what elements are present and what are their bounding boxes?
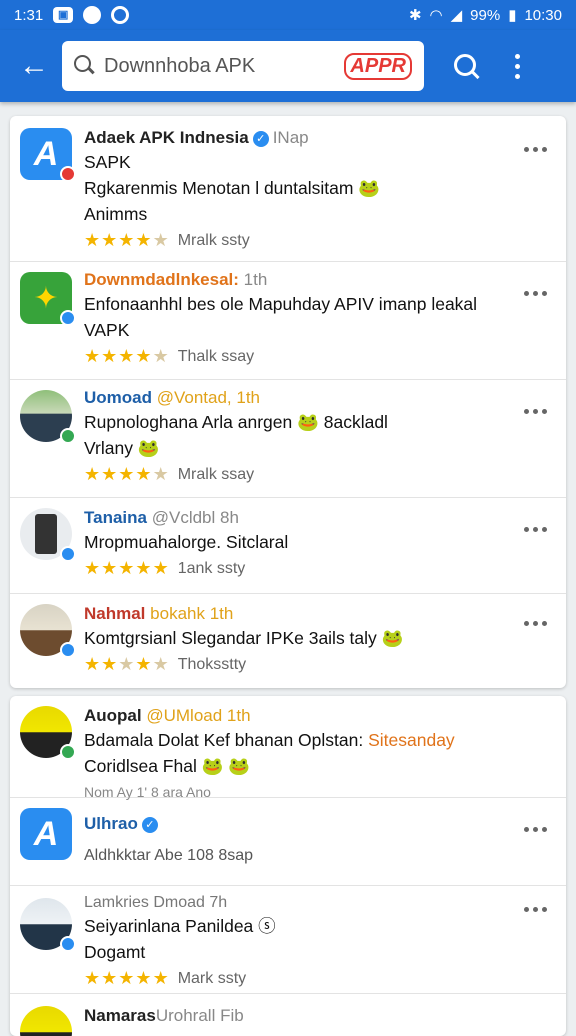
- item-menu-icon[interactable]: [524, 824, 550, 834]
- list-item[interactable]: Nahmal bokahk 1th Komtgrsianl Slegandar …: [10, 594, 566, 688]
- status-time-left: 1:31: [14, 6, 44, 24]
- item-name[interactable]: Namaras: [84, 1006, 156, 1025]
- item-name[interactable]: Auopal: [84, 706, 142, 725]
- list-item[interactable]: Auopal @UMload 1th Bdamala Dolat Kef bha…: [10, 696, 566, 800]
- verified-icon: ✓: [252, 130, 269, 147]
- item-handle: @Vontad, 1th: [156, 388, 261, 407]
- item-name[interactable]: Uomoad: [84, 388, 152, 407]
- item-menu-icon[interactable]: [524, 524, 550, 534]
- item-text: Komtgrsianl Slegandar IPKe 3ails taly 🐸: [84, 628, 404, 648]
- rating-stars: ★ ★ ★ ★ ★ Thalk ssay: [84, 346, 255, 366]
- badge-icon: [60, 310, 76, 326]
- badge-icon: [60, 936, 76, 952]
- item-handle: Urohrall Fib: [155, 1006, 244, 1025]
- list-item[interactable]: A Ulhrao ✓ Aldhkktar Abe 108 8sap: [10, 798, 566, 886]
- avatar: [20, 706, 76, 760]
- list-item[interactable]: NamarasUrohrall Fib: [10, 994, 566, 1036]
- item-menu-icon[interactable]: [524, 618, 550, 628]
- app-toolbar: ← Downnhoba APK APPR: [0, 30, 576, 102]
- item-menu-icon[interactable]: [524, 904, 550, 914]
- rating-label: 1ank ssty: [177, 559, 246, 577]
- item-text: Dogamt: [84, 942, 146, 962]
- item-name[interactable]: Lamkries Dmoad 7h: [84, 894, 506, 912]
- item-text: Mropmuahalorge. Sitclaral: [84, 532, 289, 552]
- item-text: Aldhkktar Abe 108 8sap: [84, 847, 254, 864]
- item-handle: INap: [272, 128, 309, 147]
- rating-label: Mark ssty: [177, 969, 247, 987]
- apk-logo: APPR: [344, 52, 412, 80]
- gallery-icon: ▣: [53, 7, 74, 23]
- list-item[interactable]: Lamkries Dmoad 7h Seiyarinlana Panildea …: [10, 886, 566, 994]
- item-menu-icon[interactable]: [524, 406, 550, 416]
- item-name[interactable]: Nahmal: [84, 604, 145, 623]
- item-menu-icon[interactable]: [524, 144, 550, 154]
- rating-stars: ★ ★ ★ ★ ★ Mralk ssty: [84, 230, 250, 250]
- signal-icon: ◢: [450, 7, 463, 24]
- rating-stars: ★ ★ ★ ★ ★ 1ank ssty: [84, 558, 246, 578]
- results-card-2: Auopal @UMload 1th Bdamala Dolat Kef bha…: [10, 696, 566, 1036]
- list-item[interactable]: Tanaina @Vcldbl 8h Mropmuahalorge. Sitcl…: [10, 498, 566, 594]
- item-text: Rupnologhana Arla anrgen 🐸 8ackladl: [84, 412, 388, 432]
- wifi-icon: ◠: [429, 7, 443, 24]
- verified-icon: ✓: [141, 816, 158, 833]
- phone-avatar: [20, 508, 76, 562]
- rating-label: Mralk ssay: [177, 465, 255, 483]
- item-name[interactable]: Downmdadlnkesal:: [84, 270, 239, 289]
- avatar: [20, 390, 76, 444]
- item-handle: @UMload 1th: [146, 706, 251, 725]
- rating-label: Mralk ssty: [177, 231, 250, 249]
- status-bar: 1:31 ▣ ✱ ◠ ◢ 99% ▮ 10:30: [0, 0, 576, 30]
- search-icon: [74, 55, 96, 77]
- item-text: Coridlsea Fhal 🐸 🐸: [84, 756, 251, 776]
- badge-icon: [60, 642, 76, 658]
- results-card-1: A Adaek APK Indnesia ✓ INap SAPK Rgkarenmi…: [10, 116, 566, 688]
- badge-icon: [60, 744, 76, 760]
- item-name[interactable]: Adaek APK Indnesia: [84, 128, 249, 147]
- chat-icon: [83, 6, 102, 24]
- rating-stars: ★ ★ ★ ★ ★ Mralk ssay: [84, 464, 255, 484]
- item-handle: 1th: [243, 270, 268, 289]
- app-logo-icon: A: [20, 808, 72, 860]
- list-item[interactable]: Uomoad @Vontad, 1th Rupnologhana Arla an…: [10, 380, 566, 498]
- badge-icon: [60, 546, 76, 562]
- item-text: Bdamala Dolat Kef bhanan Oplstan:: [84, 730, 364, 750]
- item-text: VAPK: [84, 320, 130, 340]
- item-menu-icon[interactable]: [524, 288, 550, 298]
- list-item[interactable]: A Adaek APK Indnesia ✓ INap SAPK Rgkarenmi…: [10, 116, 566, 262]
- rating-stars: ★ ★ ★ ★ ★ Mark ssty: [84, 968, 247, 988]
- badge-icon: [60, 428, 76, 444]
- status-time-right: 10:30: [524, 6, 562, 24]
- bluetooth-icon: ✱: [408, 7, 422, 24]
- app-logo-icon: ✦: [20, 272, 76, 326]
- item-text: Animms: [84, 204, 148, 224]
- item-handle: @Vcldbl 8h: [151, 508, 239, 527]
- rating-label: Thalk ssay: [177, 347, 255, 365]
- list-item[interactable]: ✦ Downmdadlnkesal: 1th Enfonaanhhl bes o…: [10, 262, 566, 380]
- app-logo-icon: A: [20, 128, 76, 182]
- item-name[interactable]: Ulhrao: [84, 814, 138, 833]
- rating-stars: ★ ★ ★ ★ ★ Thoksstty: [84, 654, 247, 674]
- item-text: Rgkarenmis Menotan l duntalsitam 🐸: [84, 178, 381, 198]
- settings-icon: [111, 6, 130, 24]
- battery-percent: 99%: [470, 6, 501, 24]
- item-text: Enfonaanhhl bes ole Mapuhday APIV imanp …: [84, 294, 478, 314]
- back-arrow-icon[interactable]: ←: [14, 46, 54, 86]
- search-input[interactable]: Downnhoba APK APPR: [62, 41, 424, 91]
- rating-label: Thoksstty: [177, 655, 247, 673]
- item-handle: bokahk 1th: [150, 604, 234, 623]
- search-query: Downnhoba APK: [104, 54, 256, 77]
- search-button-icon[interactable]: [446, 46, 486, 86]
- avatar: [20, 604, 76, 658]
- badge-icon: [60, 166, 76, 182]
- item-text: SAPK: [84, 152, 131, 172]
- avatar: [20, 898, 76, 952]
- item-text-highlight: Sitesanday: [368, 730, 455, 750]
- item-name[interactable]: Tanaina: [84, 508, 147, 527]
- battery-icon: ▮: [508, 7, 517, 24]
- item-text: Vrlany 🐸: [84, 438, 160, 458]
- item-text: Seiyarinlana Panildea ⓢ: [84, 916, 276, 936]
- overflow-menu-icon[interactable]: [512, 53, 522, 79]
- avatar: [20, 1006, 72, 1036]
